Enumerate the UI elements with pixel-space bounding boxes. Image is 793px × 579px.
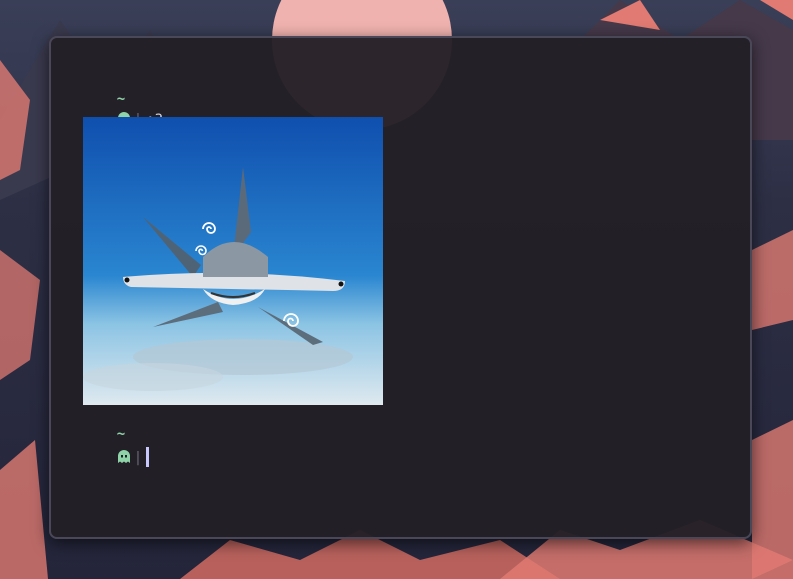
- terminal-window[interactable]: ~ |:3: [49, 36, 752, 539]
- text-cursor[interactable]: [146, 447, 150, 467]
- ghost-icon: [117, 450, 130, 463]
- rock-pink-left-2: [0, 250, 40, 380]
- hammerhead-shark-illustration: [83, 117, 383, 405]
- rock-pink-right: [752, 230, 793, 330]
- rock-pink-left-3: [0, 440, 48, 579]
- active-prompt-line[interactable]: |: [83, 431, 150, 483]
- prompt-separator-2: |: [133, 450, 143, 466]
- shark-image: [83, 117, 383, 405]
